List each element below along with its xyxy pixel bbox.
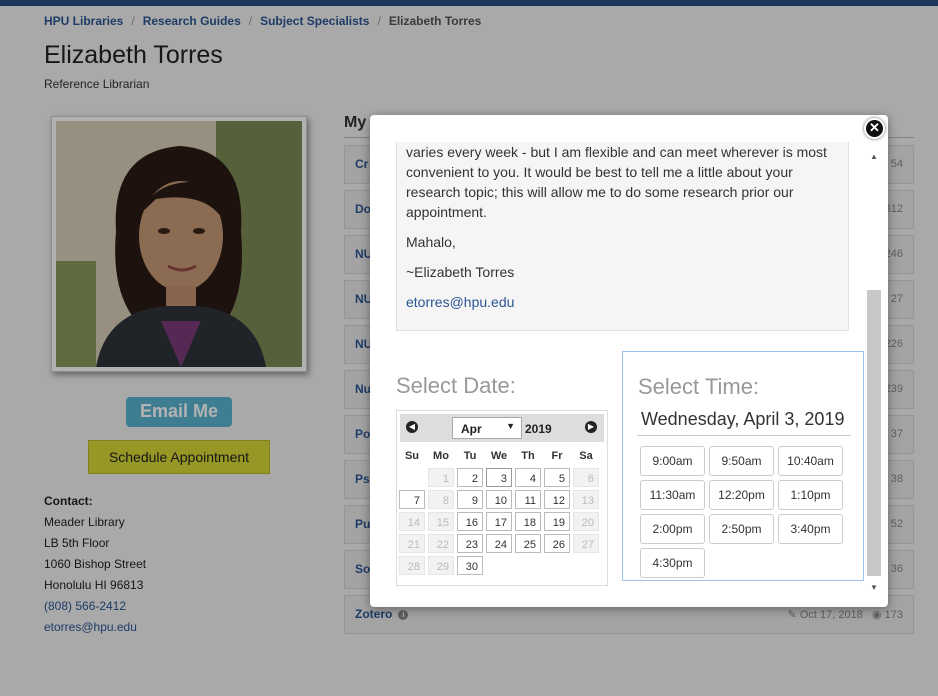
time-slot-button[interactable]: 9:00am xyxy=(640,446,705,476)
scroll-up-icon[interactable]: ▲ xyxy=(870,152,878,161)
calendar-day[interactable]: 12 xyxy=(544,490,570,509)
next-month-icon[interactable]: ▶ xyxy=(585,421,597,433)
time-slot-button[interactable]: 1:10pm xyxy=(778,480,843,510)
calendar-day[interactable]: 24 xyxy=(486,534,512,553)
calendar-day[interactable]: 30 xyxy=(457,556,483,575)
calendar-day[interactable]: 16 xyxy=(457,512,483,531)
calendar-day[interactable]: 17 xyxy=(486,512,512,531)
calendar-year: 2019 xyxy=(525,422,552,436)
time-picker: Select Time: Wednesday, April 3, 2019 9:… xyxy=(622,351,864,581)
calendar-day-disabled: 21 xyxy=(399,534,425,553)
calendar-day-disabled: 15 xyxy=(428,512,454,531)
calendar-day[interactable]: 7 xyxy=(399,490,425,509)
calendar-day[interactable]: 19 xyxy=(544,512,570,531)
time-slot-button[interactable]: 12:20pm xyxy=(709,480,774,510)
calendar-day[interactable]: 23 xyxy=(457,534,483,553)
selected-date-label: Wednesday, April 3, 2019 xyxy=(637,408,851,436)
calendar-day-disabled: 6 xyxy=(573,468,599,487)
weekday-header: Fr xyxy=(551,450,563,462)
calendar-day-disabled: 28 xyxy=(399,556,425,575)
calendar-day[interactable]: 4 xyxy=(515,468,541,487)
calendar-day[interactable]: 9 xyxy=(457,490,483,509)
calendar-day[interactable]: 2 xyxy=(457,468,483,487)
calendar-day-disabled: 1 xyxy=(428,468,454,487)
calendar-day-disabled: 20 xyxy=(573,512,599,531)
time-slot-button[interactable]: 9:50am xyxy=(709,446,774,476)
select-time-heading: Select Time: xyxy=(638,374,760,399)
calendar-day[interactable]: 26 xyxy=(544,534,570,553)
weekday-header: Sa xyxy=(579,450,593,462)
calendar-day[interactable]: 11 xyxy=(515,490,541,509)
calendar-header: ◀ Apr ▼ 2019 ▶ xyxy=(400,414,604,442)
weekday-header: Su xyxy=(404,450,420,462)
calendar-day[interactable]: 25 xyxy=(515,534,541,553)
calendar-day[interactable]: 10 xyxy=(486,490,512,509)
calendar-day-disabled: 13 xyxy=(573,490,599,509)
calendar-day-disabled: 8 xyxy=(428,490,454,509)
close-modal-button[interactable]: ✕ xyxy=(864,118,885,139)
scrollbar-thumb[interactable] xyxy=(867,290,881,576)
librarian-message: varies every week - but I am flexible an… xyxy=(396,142,849,331)
prev-month-icon[interactable]: ◀ xyxy=(406,421,418,433)
appointment-modal: varies every week - but I am flexible an… xyxy=(370,115,888,607)
calendar-day[interactable]: 5 xyxy=(544,468,570,487)
scroll-down-icon[interactable]: ▼ xyxy=(870,583,878,592)
modal-scrollbar[interactable]: ▲ ▼ xyxy=(867,146,881,594)
message-email-link[interactable]: etorres@hpu.edu xyxy=(406,292,836,312)
time-slot-button[interactable]: 3:40pm xyxy=(778,514,843,544)
chevron-down-icon: ▼ xyxy=(506,421,515,431)
calendar-day-disabled: 22 xyxy=(428,534,454,553)
message-paragraph: varies every week - but I am flexible an… xyxy=(406,144,827,220)
calendar-day[interactable]: 18 xyxy=(515,512,541,531)
message-signature: ~Elizabeth Torres xyxy=(406,264,515,280)
weekday-header: Mo xyxy=(433,450,449,462)
calendar-day-disabled: 29 xyxy=(428,556,454,575)
calendar-day[interactable]: 3 xyxy=(486,468,512,487)
message-closing: Mahalo, xyxy=(406,234,456,250)
calendar-day-disabled: 14 xyxy=(399,512,425,531)
time-slot-button[interactable]: 2:00pm xyxy=(640,514,705,544)
weekday-header: Th xyxy=(521,450,535,462)
time-slot-button[interactable]: 2:50pm xyxy=(709,514,774,544)
date-picker: ◀ Apr ▼ 2019 ▶ Su Mo Tu We Th Fr Sa 1 2 3 4 5 6 7 8 9 10 1… xyxy=(396,410,608,586)
calendar-day-disabled: 27 xyxy=(573,534,599,553)
select-date-heading: Select Date: xyxy=(396,373,516,398)
time-slot-button[interactable]: 4:30pm xyxy=(640,548,705,578)
time-slot-button[interactable]: 11:30am xyxy=(640,480,705,510)
month-select-value: Apr xyxy=(461,422,482,436)
weekday-header: We xyxy=(490,450,508,462)
weekday-header: Tu xyxy=(463,450,477,462)
month-select[interactable]: Apr ▼ xyxy=(452,417,522,439)
time-slot-button[interactable]: 10:40am xyxy=(778,446,843,476)
